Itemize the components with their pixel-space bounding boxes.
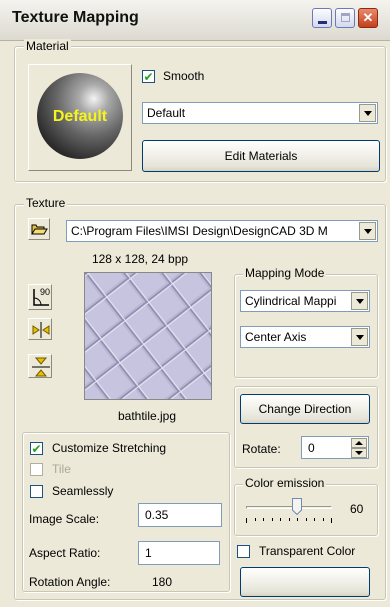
color-emission-slider[interactable] — [244, 497, 334, 527]
flip-vertical-icon — [32, 357, 50, 377]
slider-tick — [263, 518, 264, 521]
spin-up-button[interactable] — [351, 438, 367, 448]
image-scale-label: Image Scale: — [29, 512, 100, 526]
slider-tick — [289, 518, 290, 521]
slider-tick — [280, 518, 281, 521]
slider-tick — [306, 518, 307, 521]
change-direction-button[interactable]: Change Direction — [240, 394, 370, 424]
flip-horizontal-button[interactable] — [28, 318, 52, 340]
slider-thumb-shape — [291, 498, 302, 516]
aspect-ratio-label: Aspect Ratio: — [29, 546, 101, 560]
mapping-mode-select[interactable]: Cylindrical Mappi — [240, 290, 370, 312]
material-preview-label: Default — [52, 108, 108, 125]
smooth-label: Smooth — [163, 69, 205, 83]
transparent-color-button[interactable] — [240, 567, 370, 597]
mapping-axis-value: Center Axis — [245, 330, 307, 344]
color-emission-value: 60 — [350, 502, 364, 516]
minimize-icon — [318, 21, 327, 24]
customize-stretching-label: Customize Stretching — [52, 441, 167, 455]
texture-preview-image — [85, 273, 211, 399]
texture-info: 128 x 128, 24 bpp — [91, 252, 189, 266]
rotate-value: 0 — [308, 441, 315, 455]
rotation-angle-label: Rotation Angle: — [29, 575, 111, 589]
texture-path-select[interactable]: C:\Program Files\IMSI Design\DesignCAD 3… — [66, 220, 378, 242]
material-preview[interactable]: Default — [28, 64, 132, 171]
slider-tick — [297, 518, 298, 521]
material-select-value: Default — [147, 106, 186, 120]
transparent-color-label: Transparent Color — [259, 544, 356, 558]
aspect-ratio-input[interactable]: 1 — [138, 541, 220, 565]
image-scale-value: 0.35 — [145, 508, 169, 522]
close-icon: ✕ — [362, 10, 374, 25]
slider-tick — [323, 518, 324, 521]
rotate-spinner[interactable]: 0 — [301, 436, 369, 459]
seamlessly-label: Seamlessly — [52, 484, 114, 498]
maximize-button[interactable] — [335, 8, 355, 28]
texture-filename: bathtile.jpg — [117, 409, 177, 423]
chevron-down-icon[interactable] — [351, 328, 368, 346]
chevron-up-icon — [355, 441, 363, 445]
texture-path-value: C:\Program Files\IMSI Design\DesignCAD 3… — [71, 224, 328, 238]
mapping-mode-value: Cylindrical Mappi — [245, 294, 337, 308]
open-folder-button[interactable] — [28, 218, 50, 240]
texture-legend: Texture — [24, 196, 68, 210]
tile-checkbox[interactable] — [30, 463, 43, 476]
slider-tick — [314, 518, 315, 521]
close-button[interactable]: ✕ — [358, 8, 378, 28]
slider-track — [246, 506, 332, 509]
flip-horizontal-icon — [32, 322, 50, 338]
color-emission-legend: Color emission — [243, 476, 327, 490]
slider-ticks — [246, 518, 332, 523]
title-bar: Texture Mapping ✕ — [0, 0, 390, 41]
mapping-axis-select[interactable]: Center Axis — [240, 326, 370, 348]
rotate-label: Rotate: — [242, 442, 281, 456]
window-title: Texture Mapping — [12, 9, 139, 26]
chevron-down-icon[interactable] — [359, 222, 376, 240]
smooth-checkbox[interactable]: ✔ — [142, 70, 155, 83]
slider-tick — [272, 518, 273, 521]
open-folder-icon — [31, 224, 48, 235]
chevron-down-icon — [355, 451, 363, 455]
seamlessly-checkbox[interactable] — [30, 485, 43, 498]
chevron-down-icon[interactable] — [351, 292, 368, 310]
slider-tick — [331, 518, 332, 523]
slider-tick — [246, 518, 247, 523]
spin-down-button[interactable] — [351, 448, 367, 458]
rotation-angle-value: 180 — [152, 575, 173, 589]
rotate-90-button[interactable]: 90 — [28, 284, 52, 310]
chevron-down-icon[interactable] — [359, 104, 376, 122]
material-legend: Material — [24, 39, 71, 53]
minimize-button[interactable] — [312, 8, 332, 28]
texture-preview — [84, 272, 212, 400]
slider-tick — [255, 518, 256, 521]
rotate-90-label: 90 — [40, 287, 51, 297]
customize-stretching-checkbox[interactable]: ✔ — [30, 442, 43, 455]
slider-thumb[interactable] — [291, 498, 302, 516]
maximize-icon — [341, 13, 350, 22]
tile-label: Tile — [52, 462, 71, 476]
aspect-ratio-value: 1 — [145, 546, 152, 560]
flip-vertical-button[interactable] — [28, 354, 52, 378]
image-scale-input[interactable]: 0.35 — [138, 503, 222, 527]
material-select[interactable]: Default — [142, 102, 378, 124]
transparent-color-checkbox[interactable] — [237, 545, 250, 558]
edit-materials-button[interactable]: Edit Materials — [142, 140, 380, 172]
mapping-mode-legend: Mapping Mode — [243, 266, 327, 280]
